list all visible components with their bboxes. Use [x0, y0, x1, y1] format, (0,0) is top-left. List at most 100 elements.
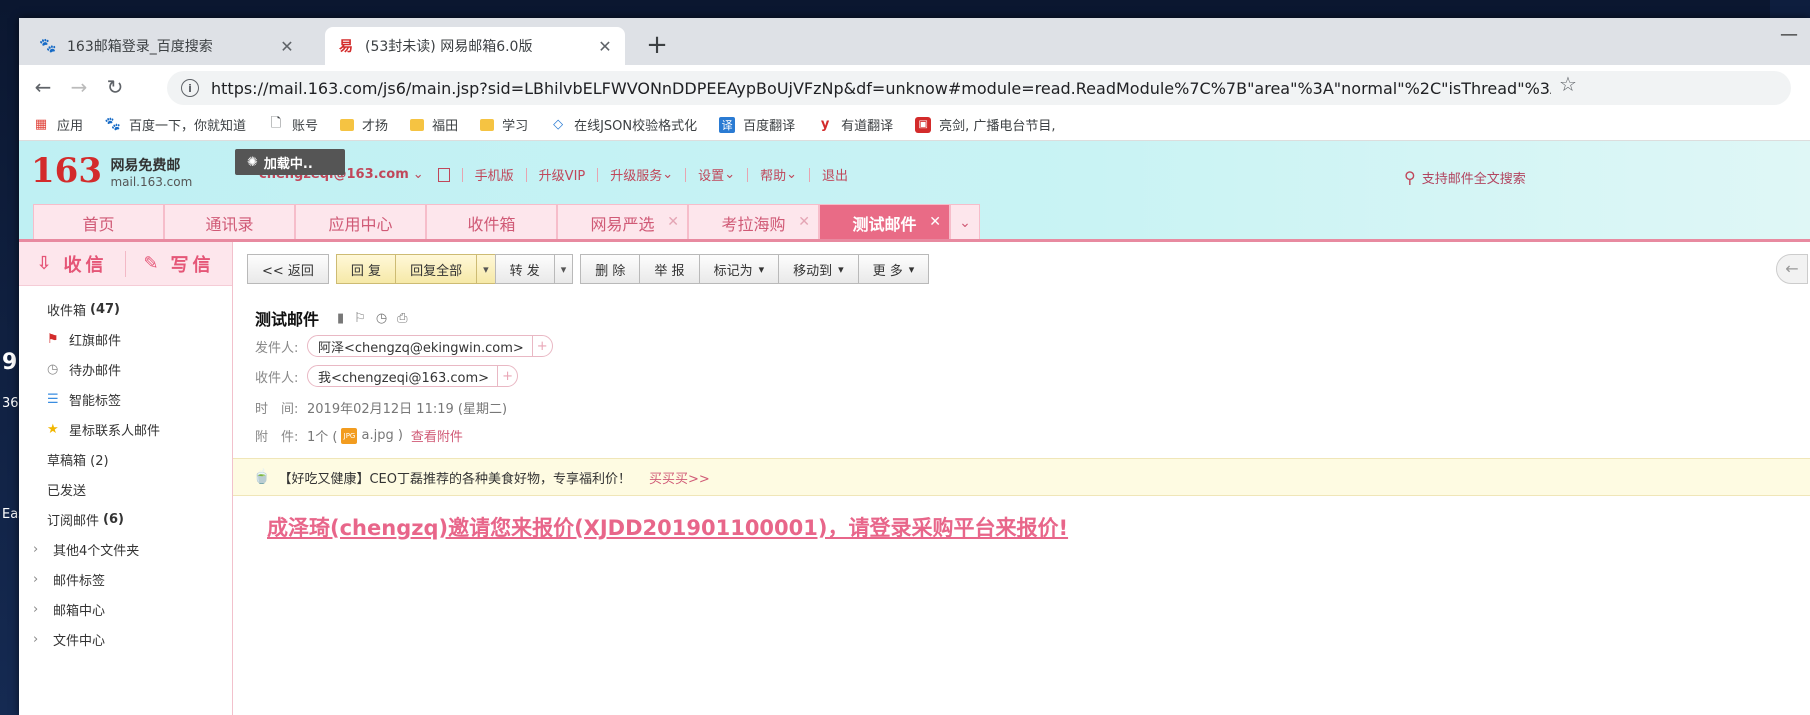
info-icon[interactable]: i	[181, 79, 199, 97]
menu-upgrade-vip[interactable]: 升级VIP	[539, 165, 586, 184]
bookmark-account[interactable]: 🗋 账号	[268, 115, 318, 135]
view-attachment-link[interactable]: 查看附件	[411, 426, 463, 445]
action-toolbar: << 返回 回 复 回复全部 ▾ 转 发 ▾ 删 除 举 报 标记为 ▾ 移动到 ▾…	[247, 254, 930, 284]
mail-logo[interactable]: 163 网易免费邮 mail.163.com	[31, 153, 192, 189]
folder-starred-contacts[interactable]: ★ 星标联系人邮件	[19, 414, 232, 444]
attachment-name[interactable]: a.jpg )	[361, 428, 402, 443]
move-to-button[interactable]: 移动到 ▾	[778, 254, 859, 284]
flag-icon[interactable]: ⚐	[354, 311, 366, 326]
folder-red-flag[interactable]: ⚑ 红旗邮件	[19, 324, 232, 354]
jpg-file-icon: JPG	[341, 427, 358, 444]
attachment-row: 附 件: 1个 ( JPG a.jpg ) 查看附件	[255, 426, 463, 445]
mail-search[interactable]: ⚲ 支持邮件全文搜索	[1404, 168, 1526, 187]
bookmark-radio[interactable]: ▣ 亮剑, 广播电台节目,	[915, 115, 1056, 134]
reply-all-button[interactable]: 回复全部	[395, 254, 478, 284]
add-contact-icon[interactable]: +	[531, 336, 552, 356]
menu-help[interactable]: 帮助	[760, 165, 786, 184]
reply-dropdown[interactable]: ▾	[476, 254, 496, 284]
minimize-icon[interactable]: —	[1774, 24, 1804, 45]
bookmark-star-icon[interactable]: ☆	[1559, 72, 1577, 96]
add-contact-icon[interactable]: +	[497, 366, 517, 386]
folder-label: 智能标签	[69, 393, 122, 409]
bookmark-baidu[interactable]: 🐾 百度一下，你就知道	[105, 115, 246, 134]
bookmark-folder-futian[interactable]: 福田	[410, 115, 458, 134]
menu-logout[interactable]: 退出	[822, 165, 848, 184]
tab-title: (53封未读) 网易邮箱6.0版	[365, 39, 533, 55]
close-icon[interactable]: ✕	[798, 214, 810, 230]
address-bar[interactable]: i https://mail.163.com/js6/main.jsp?sid=…	[167, 71, 1791, 105]
tab-label: 应用中心	[328, 214, 393, 234]
compose-label: 写信	[170, 254, 215, 276]
bookmark-baidu-translate[interactable]: 译百度翻译	[719, 115, 795, 134]
recipient-pill[interactable]: 我<chengzeqi@163.com> +	[307, 365, 519, 387]
search-icon: ⚲	[1404, 168, 1416, 187]
notes-icon[interactable]	[437, 167, 450, 182]
close-icon[interactable]: ✕	[597, 37, 613, 56]
delete-button[interactable]: 删 除	[580, 254, 641, 284]
more-button[interactable]: 更 多 ▾	[857, 254, 930, 284]
folder-label: 草稿箱 (2)	[47, 453, 109, 469]
forward-button[interactable]: 转 发	[494, 254, 555, 284]
report-button[interactable]: 举 报	[639, 254, 700, 284]
bookmark-youdao[interactable]: y 有道翻译	[817, 115, 893, 134]
menu-upgrade-service[interactable]: 升级服务	[610, 165, 662, 184]
time-label: 时 间:	[255, 402, 299, 417]
folder-mail-tags[interactable]: › 邮件标签	[19, 564, 232, 594]
close-icon[interactable]: ✕	[279, 37, 295, 56]
clock-icon[interactable]: ◷	[376, 311, 387, 326]
url-text[interactable]: https://mail.163.com/js6/main.jsp?sid=LB…	[211, 79, 1551, 98]
translate-icon: 译	[719, 116, 736, 133]
promo-bowl-icon: 🍵	[253, 469, 271, 485]
tab-home[interactable]: 首页	[33, 204, 164, 240]
bookmark-folder-study[interactable]: 学习	[480, 115, 528, 134]
forward-arrow-icon[interactable]: →	[63, 71, 95, 103]
tab-baidu-search[interactable]: 🐾 163邮箱登录_百度搜索 ✕	[27, 27, 307, 65]
top-menu: chengzeqi@163.com⌄ 手机版 升级VIP 升级服务⌄ 设置⌄ 帮…	[259, 165, 848, 184]
tab-app-center[interactable]: 应用中心	[295, 204, 426, 240]
reply-button[interactable]: 回 复	[335, 254, 397, 284]
forward-dropdown[interactable]: ▾	[553, 254, 574, 284]
folder-icon	[410, 118, 425, 131]
promo-buy-link[interactable]: 买买买>>	[649, 468, 710, 487]
new-tab-button[interactable]: +	[641, 30, 673, 62]
page-icon: 🗋	[270, 115, 282, 131]
tab-netease-mail[interactable]: 易 (53封未读) 网易邮箱6.0版 ✕	[325, 27, 625, 65]
bookmark-json[interactable]: ◇ 在线JSON校验格式化	[550, 115, 697, 134]
folder-todo[interactable]: ◷ 待办邮件	[19, 354, 232, 384]
tab-yanxuan[interactable]: 网易严选 ✕	[557, 204, 688, 240]
tab-inbox[interactable]: 收件箱	[426, 204, 557, 240]
menu-settings[interactable]: 设置	[698, 165, 724, 184]
bookmark-apps[interactable]: ▦ 应用	[33, 115, 83, 134]
folder-drafts[interactable]: 草稿箱 (2)	[19, 444, 232, 474]
read-pane: << 返回 回 复 回复全部 ▾ 转 发 ▾ 删 除 举 报 标记为 ▾ 移动到 ▾…	[233, 242, 1810, 715]
tabs-more-button[interactable]: ⌄	[950, 204, 980, 240]
tab-contacts[interactable]: 通讯录	[164, 204, 295, 240]
mail-body-link[interactable]: 成泽琦(chengzq)邀请您来报价(XJDD201901100001)，请登录…	[267, 512, 1068, 542]
back-arrow-icon[interactable]: ←	[27, 71, 59, 103]
mark-as-button[interactable]: 标记为 ▾	[698, 254, 780, 284]
menu-mobile[interactable]: 手机版	[475, 165, 514, 184]
folder-mail-center[interactable]: › 邮箱中心	[19, 594, 232, 624]
chevron-down-icon: ▾	[838, 262, 844, 276]
folder-sent[interactable]: 已发送	[19, 474, 232, 504]
sender-pill[interactable]: 阿泽<chengzq@ekingwin.com> +	[307, 335, 553, 357]
folder-subscriptions[interactable]: 订阅邮件 (6)	[19, 504, 232, 534]
folder-file-center[interactable]: › 文件中心	[19, 624, 232, 654]
bookmark-folder-caiyang[interactable]: 才扬	[340, 115, 388, 134]
folder-smart-tags[interactable]: ☰ 智能标签	[19, 384, 232, 414]
print-icon[interactable]: ⎙	[397, 311, 407, 326]
compose-button[interactable]: ✎ 写信	[126, 251, 232, 277]
tab-kaola[interactable]: 考拉海购 ✕	[688, 204, 819, 240]
folder-sidebar: ⇩ 收信 ✎ 写信 收件箱 (47) ⚑ 红旗邮件 ◷ 待办邮件 ☰ 智能标签 ★ 星标联系人…	[19, 242, 233, 715]
receive-button[interactable]: ⇩ 收信	[19, 251, 125, 277]
back-button[interactable]: << 返回	[247, 254, 329, 284]
close-icon[interactable]: ✕	[929, 214, 941, 230]
folder-inbox[interactable]: 收件箱 (47)	[19, 294, 232, 324]
tab-test-mail[interactable]: 测试邮件 ✕	[819, 204, 950, 240]
bookmark-icon[interactable]: ▮	[337, 311, 344, 326]
reload-icon[interactable]: ↻	[99, 71, 131, 103]
chevron-down-icon: ▾	[758, 262, 765, 276]
folder-other[interactable]: › 其他4个文件夹	[19, 534, 232, 564]
close-icon[interactable]: ✕	[667, 214, 679, 230]
prev-mail-button[interactable]: ←	[1776, 254, 1808, 284]
